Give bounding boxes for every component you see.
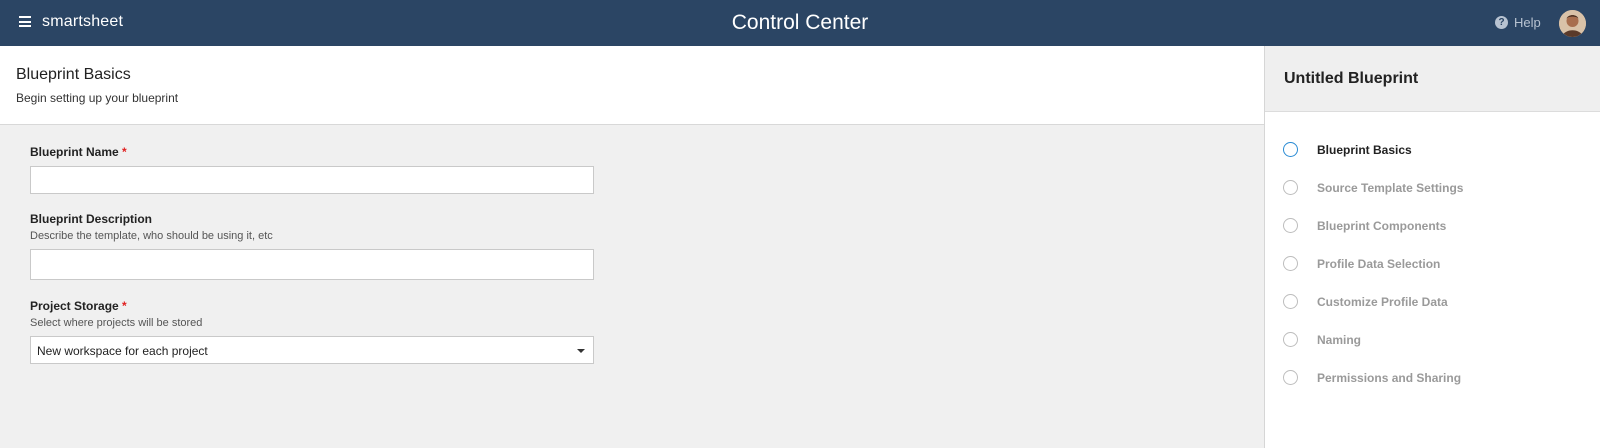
progress-sidebar: Untitled Blueprint Blueprint Basics Sourc… [1264, 46, 1600, 448]
brand-logo[interactable]: smartsheet [42, 13, 123, 31]
project-storage-select[interactable]: New workspace for each project [30, 336, 594, 364]
step-label: Blueprint Components [1317, 219, 1447, 233]
step-status-circle-icon [1283, 294, 1298, 309]
help-label: Help [1514, 15, 1541, 30]
blueprint-description-hint: Describe the template, who should be usi… [30, 230, 273, 242]
sidebar-header: Untitled Blueprint [1265, 46, 1600, 112]
step-item[interactable]: Profile Data Selection [1283, 254, 1583, 274]
project-storage-hint: Select where projects will be stored [30, 317, 203, 329]
top-bar: smartsheet Control Center ? Help [0, 0, 1600, 46]
blueprint-name-label: Blueprint Name * [30, 145, 127, 159]
step-item[interactable]: Blueprint Components [1283, 216, 1583, 236]
step-status-circle-icon [1283, 332, 1298, 347]
project-storage-label: Project Storage * [30, 299, 127, 313]
page-subtitle: Begin setting up your blueprint [16, 91, 179, 105]
step-status-circle-icon [1283, 218, 1298, 233]
step-status-circle-icon [1283, 256, 1298, 271]
step-label: Naming [1317, 333, 1362, 347]
app-title: Control Center [731, 11, 869, 34]
help-button[interactable]: ? Help [1495, 15, 1541, 30]
step-label: Customize Profile Data [1317, 295, 1448, 309]
blueprint-name-input[interactable] [30, 166, 594, 194]
question-icon: ? [1495, 16, 1508, 29]
step-label: Blueprint Basics [1317, 143, 1412, 157]
step-item[interactable]: Blueprint Basics [1283, 140, 1583, 160]
blueprint-title: Untitled Blueprint [1284, 70, 1419, 87]
step-status-circle-icon [1283, 370, 1298, 385]
step-item[interactable]: Naming [1283, 330, 1583, 350]
avatar[interactable] [1559, 10, 1586, 37]
caret-down-icon [577, 349, 585, 353]
step-label: Profile Data Selection [1317, 257, 1441, 271]
step-item[interactable]: Source Template Settings [1283, 178, 1583, 198]
page-header: Blueprint Basics Begin setting up your b… [0, 46, 1264, 125]
step-status-circle-icon [1283, 142, 1298, 157]
step-status-circle-icon [1283, 180, 1298, 195]
hamburger-menu-icon[interactable] [19, 16, 31, 27]
required-marker: * [122, 145, 127, 159]
step-label: Permissions and Sharing [1317, 371, 1462, 385]
step-item[interactable]: Permissions and Sharing [1283, 368, 1583, 388]
page-title: Blueprint Basics [16, 66, 131, 83]
blueprint-description-input[interactable] [30, 249, 594, 280]
project-storage-value: New workspace for each project [37, 344, 208, 358]
step-item[interactable]: Customize Profile Data [1283, 292, 1583, 312]
blueprint-description-label: Blueprint Description [30, 212, 153, 226]
avatar-image [1559, 10, 1586, 37]
required-marker: * [122, 299, 127, 313]
step-label: Source Template Settings [1317, 181, 1464, 195]
